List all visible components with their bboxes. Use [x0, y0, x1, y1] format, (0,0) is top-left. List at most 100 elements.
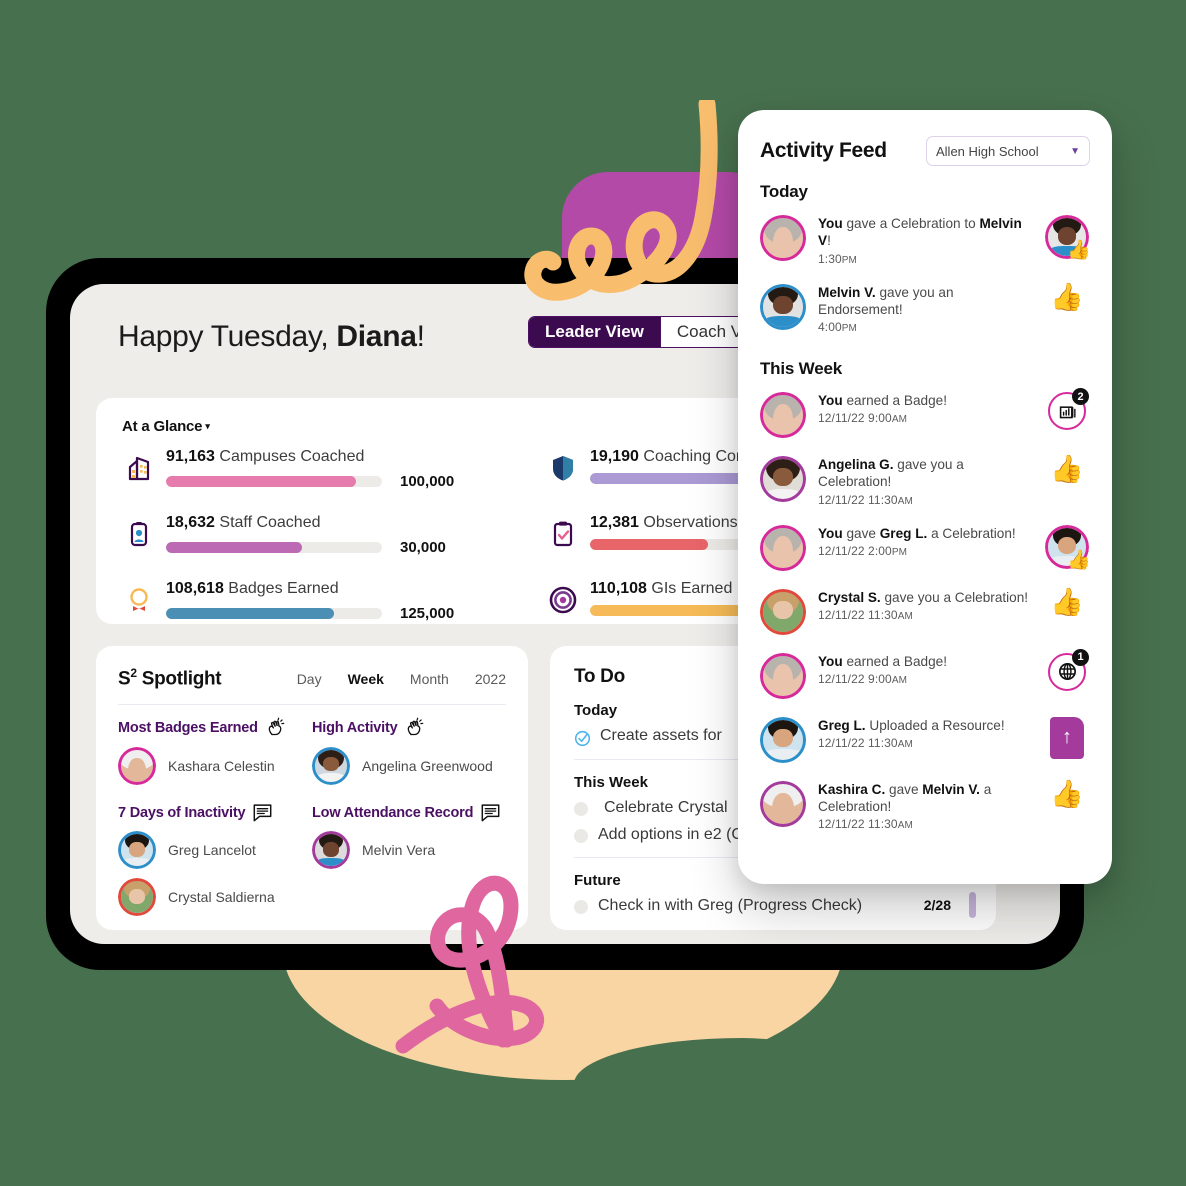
award-ribbon-icon — [122, 581, 156, 619]
feed-item-message: You gave a Celebration to Melvin V! — [818, 216, 1022, 249]
avatar — [760, 215, 806, 261]
staff-badge-icon — [122, 515, 156, 553]
range-month[interactable]: Month — [410, 671, 449, 687]
feed-item[interactable]: You gave Greg L. a Celebration! 12/11/22… — [760, 516, 1091, 580]
feed-item-reaction: 1 — [1044, 648, 1090, 691]
stat-goal: 100,000 — [400, 472, 455, 490]
spotlight-title: S2 Spotlight — [118, 666, 222, 690]
feed-section-this-week: This Week — [760, 359, 842, 378]
upload-file-icon: ↑ — [1050, 716, 1084, 759]
feed-item-time: 12/11/22 11:30AM — [818, 735, 913, 750]
spotlight-high-activity: High Activity Angelina Greenwood — [312, 717, 506, 786]
avatar — [760, 456, 806, 502]
feed-item[interactable]: Greg L. Uploaded a Resource! 12/11/22 11… — [760, 708, 1090, 772]
feed-item[interactable]: Crystal S. gave you a Celebration! 12/11… — [760, 580, 1090, 644]
activity-feed-header: Activity Feed Allen High School ▼ — [760, 136, 1090, 166]
feed-item-reaction: 👍 — [1044, 281, 1090, 312]
spotlight-person[interactable]: Greg Lancelot — [118, 831, 312, 870]
stat-value: 19,190 — [590, 448, 639, 465]
avatar — [760, 524, 806, 571]
feed-item-message: You earned a Badge! — [818, 653, 947, 669]
feed-item-reaction: 👍 — [1044, 456, 1090, 483]
feed-item-time: 12/11/22 11:30AM — [818, 607, 913, 622]
range-year[interactable]: 2022 — [475, 671, 506, 687]
spotlight-block-label: Most Badges Earned — [118, 717, 312, 738]
stat-label: Campuses Coached — [219, 448, 365, 465]
feed-item[interactable]: Angelina G. gave you a Celebration! 12/1… — [760, 447, 1090, 516]
target-icon — [546, 581, 580, 619]
activity-feed-title: Activity Feed — [760, 139, 887, 162]
feed-item[interactable]: You earned a Badge! 12/11/22 9:00AM 1 — [760, 644, 1090, 708]
stat-label: GIs Earned — [651, 580, 733, 597]
person-name: Crystal Saldierna — [168, 889, 275, 906]
stat-label: Staff Coached — [219, 514, 321, 531]
feed-item-message: You gave Greg L. a Celebration! — [818, 525, 1016, 541]
avatar — [118, 878, 156, 917]
thumbs-up-icon: 👍 — [1050, 586, 1084, 617]
feed-item[interactable]: You earned a Badge! 12/11/22 9:00AM 2 — [760, 383, 1090, 447]
spotlight-person[interactable]: Angelina Greenwood — [312, 747, 506, 786]
person-name: Angelina Greenwood — [362, 758, 493, 775]
range-day[interactable]: Day — [297, 671, 322, 687]
feed-item-reaction: 👍 — [1044, 586, 1090, 617]
feed-item-text: Greg L. Uploaded a Resource! 12/11/22 11… — [806, 717, 1044, 750]
feed-item-time: 12/11/22 11:30AM — [818, 492, 913, 507]
avatar — [312, 747, 350, 786]
feed-item-reaction: ↑ — [1044, 716, 1090, 759]
chevron-down-icon[interactable]: ▾ — [205, 421, 210, 432]
progress-bar — [166, 607, 382, 619]
avatar — [760, 283, 806, 330]
spotlight-person[interactable]: Crystal Saldierna — [118, 878, 312, 917]
clipboard-check-icon — [546, 515, 580, 553]
spotlight-7-days-inactivity: 7 Days of Inactivity Greg Lancelot Cryst… — [118, 803, 312, 917]
feed-item[interactable]: You gave a Celebration to Melvin V! 1:30… — [760, 206, 1091, 275]
check-circle-icon[interactable] — [574, 730, 591, 747]
todo-footer: 2/28 — [550, 892, 996, 918]
feed-item[interactable]: Melvin V. gave you an Endorsement! 4:00P… — [760, 275, 1090, 344]
progress-bar — [166, 475, 382, 487]
stat-value: 18,632 — [166, 514, 215, 531]
feed-item-message: Crystal S. gave you a Celebration! — [818, 589, 1029, 605]
comment-icon — [253, 804, 272, 822]
feed-item-reaction: 👍 — [1044, 215, 1091, 260]
spotlight-label-text: High Activity — [312, 719, 398, 736]
glance-left-column: 91,163 Campuses Coached 100,000 18,632 S… — [122, 448, 546, 647]
feed-item[interactable]: Kashira C. gave Melvin V. a Celebration!… — [760, 772, 1090, 841]
thumbs-up-icon: 👍 — [1067, 549, 1091, 571]
feed-item-message: Kashira C. gave Melvin V. a Celebration! — [818, 781, 992, 814]
feed-item-reaction: 👍 — [1044, 780, 1090, 808]
feed-item-message: Greg L. Uploaded a Resource! — [818, 717, 1005, 733]
spotlight-person[interactable]: Kashara Celestin — [118, 747, 312, 786]
avatar — [760, 652, 806, 699]
stat-value: 110,108 — [590, 580, 647, 597]
spotlight-label-text: Most Badges Earned — [118, 719, 258, 736]
range-week[interactable]: Week — [348, 671, 384, 687]
feed-item-text: You earned a Badge! 12/11/22 9:00AM — [806, 653, 1044, 686]
person-name: Kashara Celestin — [168, 758, 275, 775]
progress-bar — [166, 541, 382, 553]
stat-badges-earned: 108,618 Badges Earned 125,000 — [122, 580, 546, 625]
avatar — [118, 831, 156, 870]
stat-goal: 125,000 — [400, 604, 455, 622]
feed-item-time: 4:00PM — [818, 320, 857, 334]
todo-scroll-indicator[interactable] — [969, 892, 976, 918]
illustration-stage: Happy Tuesday, Diana! Leader View Coach … — [0, 0, 1186, 1186]
pink-sprout-decoration — [395, 875, 545, 1054]
feed-item-time: 12/11/22 2:00PM — [818, 543, 908, 558]
spotlight-block-label: 7 Days of Inactivity — [118, 803, 312, 822]
spotlight-header: S2 Spotlight Day Week Month 2022 — [118, 666, 506, 706]
badge-count: 1 — [1072, 648, 1089, 666]
badge-count: 2 — [1072, 388, 1089, 405]
feed-item-text: Angelina G. gave you a Celebration! 12/1… — [806, 456, 1044, 507]
school-select[interactable]: Allen High School ▼ — [926, 136, 1090, 166]
feed-item-message: Angelina G. gave you a Celebration! — [818, 457, 964, 490]
todo-item-text: Celebrate Crystal — [604, 799, 728, 816]
chevron-down-icon[interactable]: ▼ — [1070, 146, 1080, 157]
thumbs-up-icon: 👍 — [1050, 281, 1084, 312]
spotlight-range-tabs[interactable]: Day Week Month 2022 — [297, 671, 506, 687]
stat-goal: 30,000 — [400, 538, 446, 556]
stat-campuses-coached: 91,163 Campuses Coached 100,000 — [122, 448, 546, 493]
spotlight-block-label: High Activity — [312, 717, 506, 738]
avatar — [312, 831, 350, 870]
school-select-value: Allen High School — [936, 143, 1039, 159]
